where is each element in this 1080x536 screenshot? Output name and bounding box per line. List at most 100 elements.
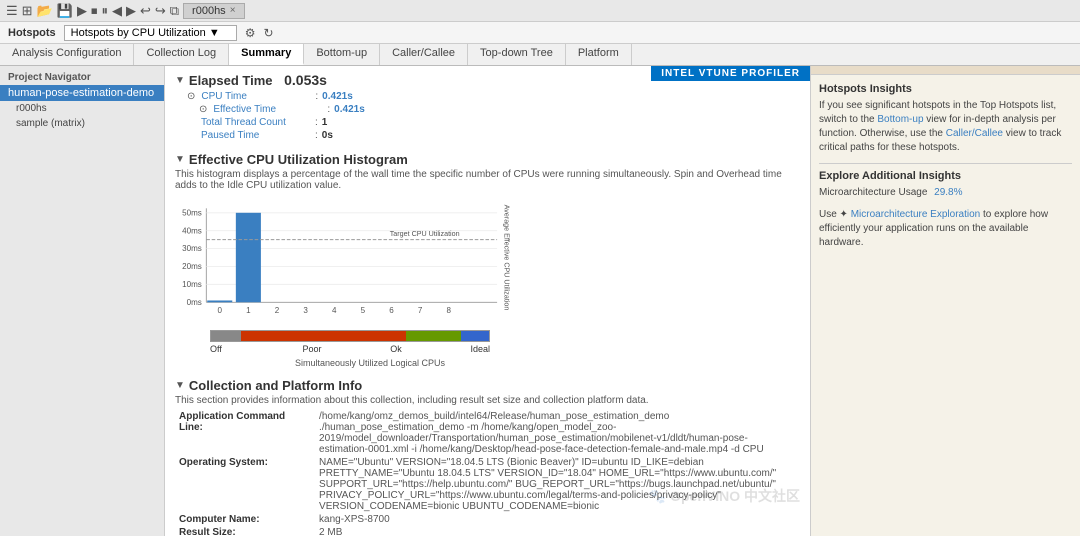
result-tab[interactable]: r000hs × bbox=[183, 3, 244, 19]
table-row: Computer Name: kang-XPS-8700 bbox=[175, 513, 800, 526]
prog-off bbox=[211, 331, 241, 341]
collection-description: This section provides information about … bbox=[175, 395, 800, 406]
svg-text:8: 8 bbox=[447, 306, 452, 315]
cmd-line-label: Application Command Line: bbox=[175, 410, 315, 456]
close-icon[interactable]: × bbox=[230, 5, 236, 16]
pause-icon[interactable]: ⏸ bbox=[101, 3, 108, 19]
table-row: Application Command Line: /home/kang/omz… bbox=[175, 410, 800, 456]
svg-text:0ms: 0ms bbox=[187, 298, 202, 307]
collection-title: Collection and Platform Info bbox=[189, 378, 362, 393]
tab-caller-callee[interactable]: Caller/Callee bbox=[380, 44, 468, 65]
dropdown-label: Hotspots by CPU Utilization bbox=[71, 27, 206, 39]
copy-icon[interactable]: ⧉ bbox=[170, 3, 179, 19]
svg-text:4: 4 bbox=[332, 306, 337, 315]
new-icon[interactable]: ⊞ bbox=[22, 3, 33, 19]
refresh-icon[interactable]: ↻ bbox=[264, 26, 274, 40]
svg-text:3: 3 bbox=[303, 306, 308, 315]
bottom-up-link[interactable]: Bottom-up bbox=[877, 114, 923, 125]
histogram-chart: 50ms 40ms 30ms 20ms 10ms 0ms bbox=[175, 197, 515, 327]
tab-top-down-tree[interactable]: Top-down Tree bbox=[468, 44, 566, 65]
sidebar-title: Project Navigator bbox=[0, 70, 164, 85]
prog-label-ideal: Ideal bbox=[470, 344, 490, 354]
table-row: Operating System: NAME="Ubuntu" VERSION=… bbox=[175, 456, 800, 513]
histogram-collapse-icon[interactable]: ▼ bbox=[175, 154, 185, 165]
os-label: Operating System: bbox=[175, 456, 315, 513]
menu-icon[interactable]: ☰ bbox=[6, 3, 18, 19]
insights-panel: Hotspots Insights If you see significant… bbox=[810, 66, 1080, 536]
os-value: NAME="Ubuntu" VERSION="18.04.5 LTS (Bion… bbox=[315, 456, 800, 513]
play-icon[interactable]: ▶ bbox=[77, 3, 87, 19]
svg-text:30ms: 30ms bbox=[182, 244, 202, 253]
paused-time-value: 0s bbox=[322, 130, 333, 141]
content-area: INTEL VTUNE PROFILER ▼ Elapsed Time 0.05… bbox=[165, 66, 810, 536]
insights-divider bbox=[819, 163, 1072, 164]
thread-count-row: Total Thread Count : 1 bbox=[175, 116, 800, 129]
elapsed-time-title: Elapsed Time 0.053s bbox=[189, 72, 327, 88]
dropdown-arrow-icon: ▼ bbox=[209, 27, 220, 39]
elapsed-collapse-icon[interactable]: ▼ bbox=[175, 75, 185, 86]
svg-text:40ms: 40ms bbox=[182, 226, 202, 235]
prog-label-ok: Ok bbox=[390, 344, 402, 354]
tab-collection-log[interactable]: Collection Log bbox=[134, 44, 229, 65]
undo-icon[interactable]: ↩ bbox=[140, 3, 151, 19]
prog-label-poor: Poor bbox=[303, 344, 322, 354]
elapsed-time-section: ▼ Elapsed Time 0.053s ⊙ CPU Time : 0.421… bbox=[175, 72, 800, 142]
cpu-time-row: ⊙ CPU Time : 0.421s bbox=[175, 90, 800, 103]
histogram-description: This histogram displays a percentage of … bbox=[175, 169, 800, 191]
elapsed-time-value: 0.053s bbox=[284, 72, 327, 88]
collection-section: ▼ Collection and Platform Info This sect… bbox=[175, 378, 800, 536]
prog-ok bbox=[406, 331, 461, 341]
hotspots-label: Hotspots bbox=[8, 27, 56, 39]
cpu-time-value: 0.421s bbox=[322, 91, 353, 102]
explore-text: Use ✦ Microarchitecture Exploration to e… bbox=[819, 208, 1072, 250]
tab-name: r000hs bbox=[192, 5, 226, 17]
collection-info-table: Application Command Line: /home/kang/omz… bbox=[175, 410, 800, 536]
effective-time-label: Effective Time bbox=[213, 104, 323, 115]
stop-icon[interactable]: ⏹ bbox=[91, 3, 98, 19]
svg-text:6: 6 bbox=[389, 306, 394, 315]
tab-summary[interactable]: Summary bbox=[229, 44, 304, 65]
svg-text:Average Effective CPU Utilizat: Average Effective CPU Utilization bbox=[502, 205, 510, 311]
insights-panel-header bbox=[811, 66, 1080, 75]
tab-bottom-up[interactable]: Bottom-up bbox=[304, 44, 380, 65]
top-toolbar: ☰ ⊞ 📂 💾 ▶ ⏹ ⏸ ◀ ▶ ↩ ↪ ⧉ r000hs × bbox=[0, 0, 1080, 22]
thread-count-label: Total Thread Count bbox=[201, 117, 311, 128]
computer-name-value: kang-XPS-8700 bbox=[315, 513, 800, 526]
cmd-line-value: /home/kang/omz_demos_build/intel64/Relea… bbox=[315, 410, 800, 456]
table-row: Result Size: 2 MB bbox=[175, 526, 800, 536]
hotspots-insights-title: Hotspots Insights bbox=[819, 83, 1072, 95]
histogram-title: Effective CPU Utilization Histogram bbox=[189, 152, 408, 167]
settings-icon[interactable]: ⚙ bbox=[245, 26, 256, 40]
sidebar-item-r000hs[interactable]: r000hs bbox=[0, 101, 164, 116]
forward-icon[interactable]: ▶ bbox=[126, 3, 136, 19]
prog-label-off: Off bbox=[210, 344, 222, 354]
tab-analysis-configuration[interactable]: Analysis Configuration bbox=[0, 44, 134, 65]
svg-text:10ms: 10ms bbox=[182, 280, 202, 289]
sidebar: Project Navigator human-pose-estimation-… bbox=[0, 66, 165, 536]
back-icon[interactable]: ◀ bbox=[112, 3, 122, 19]
hotspots-insights-text: If you see significant hotspots in the T… bbox=[819, 99, 1072, 155]
prog-ideal bbox=[461, 331, 489, 341]
explore-text1: Use ✦ bbox=[819, 209, 851, 220]
tab-platform[interactable]: Platform bbox=[566, 44, 632, 65]
svg-text:5: 5 bbox=[361, 306, 366, 315]
redo-icon[interactable]: ↪ bbox=[155, 3, 166, 19]
open-icon[interactable]: 📂 bbox=[37, 3, 53, 19]
svg-text:1: 1 bbox=[246, 306, 251, 315]
sidebar-item-sample-matrix[interactable]: sample (matrix) bbox=[0, 116, 164, 131]
svg-text:2: 2 bbox=[275, 306, 280, 315]
computer-name-label: Computer Name: bbox=[175, 513, 315, 526]
main-area: Project Navigator human-pose-estimation-… bbox=[0, 66, 1080, 536]
intel-banner: INTEL VTUNE PROFILER bbox=[651, 66, 810, 81]
analysis-dropdown[interactable]: Hotspots by CPU Utilization ▼ bbox=[64, 25, 237, 41]
microarch-label: Microarchitecture Usage bbox=[819, 187, 927, 198]
effective-time-row: ⊙ Effective Time : 0.421s bbox=[175, 103, 800, 116]
microarch-exploration-link[interactable]: Microarchitecture Exploration bbox=[851, 209, 981, 220]
caller-callee-link[interactable]: Caller/Callee bbox=[946, 128, 1003, 139]
sidebar-item-human-pose[interactable]: human-pose-estimation-demo bbox=[0, 85, 164, 101]
utilization-progress-bar: Off Poor Ok Ideal bbox=[210, 330, 555, 354]
collection-collapse-icon[interactable]: ▼ bbox=[175, 380, 185, 391]
save-icon[interactable]: 💾 bbox=[57, 3, 73, 19]
result-size-value: 2 MB bbox=[315, 526, 800, 536]
x-axis-title: Simultaneously Utilized Logical CPUs bbox=[210, 358, 530, 368]
